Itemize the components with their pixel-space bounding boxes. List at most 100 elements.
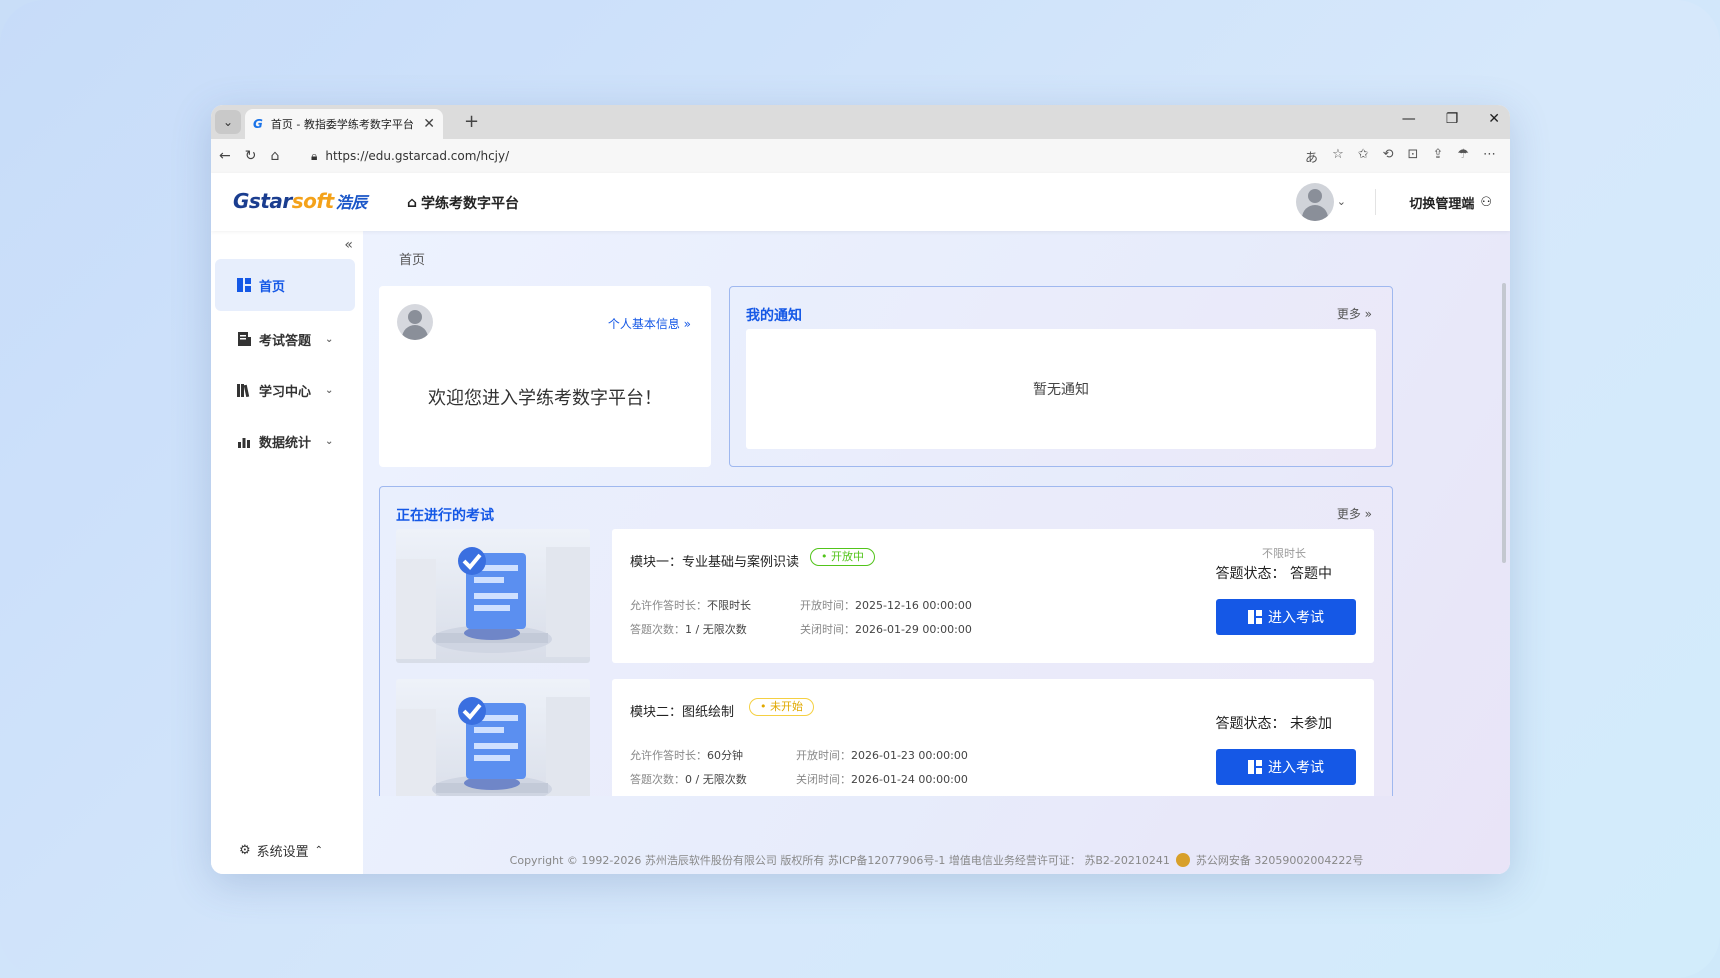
sidebar-item-exam[interactable]: 考试答题 ⌄ (215, 313, 355, 365)
attempts-meta: 答题次数：0 / 无限次数 (630, 771, 747, 787)
browser-tab[interactable]: G 首页 - 教指委学练考数字平台 ✕ (245, 109, 443, 139)
tab-title: 首页 - 教指委学练考数字平台 (270, 118, 414, 131)
duration-value: 60分钟 (707, 749, 743, 762)
books-icon (237, 384, 250, 397)
exam-icon (238, 332, 251, 346)
system-settings-button[interactable]: ⚙ 系统设置 ⌃ (239, 841, 323, 860)
back-icon[interactable]: ← (219, 148, 231, 164)
open-time-meta: 开放时间：2025-12-16 00:00:00 (800, 597, 972, 613)
sidebar-item-learning[interactable]: 学习中心 ⌄ (215, 364, 355, 416)
gstarsoft-logo[interactable]: Gstarsoft 浩辰 (233, 189, 367, 213)
sidebar-item-home[interactable]: 首页 (215, 259, 355, 311)
open-time-value: 2026-01-23 00:00:00 (851, 749, 968, 762)
exam-name: 模块一：专业基础与案例识读 (630, 555, 800, 570)
tab-strip: ⌄ G 首页 - 教指委学练考数字平台 ✕ + — ❐ ✕ (211, 105, 1510, 139)
extension-icon[interactable]: ☂ (1457, 147, 1469, 166)
time-limit-note: 不限时长 (1262, 547, 1306, 560)
open-time-label: 开放时间： (796, 749, 851, 762)
restore-icon[interactable]: ❐ (1446, 111, 1459, 127)
chevron-down-icon: ⌄ (325, 435, 334, 447)
chart-icon (238, 438, 250, 448)
notice-panel: 我的通知 更多 » 暂无通知 (729, 286, 1393, 467)
exam-card: 模块二：图纸绘制 • 未开始 允许作答时长：60分钟 答题次数：0 / 无限次数… (612, 679, 1374, 796)
site-favicon-icon: G (253, 117, 263, 131)
minimize-icon[interactable]: — (1402, 111, 1416, 127)
platform-name: 学练考数字平台 (421, 196, 520, 212)
more-label: 更多 (1336, 307, 1361, 321)
screenshot-icon[interactable]: ⊡ (1408, 147, 1419, 166)
address-bar[interactable]: 🔒︎ https://edu.gstarcad.com/hcjy/ (311, 143, 1310, 169)
profile-info-link[interactable]: 个人基本信息 » (608, 315, 691, 332)
sidebar-item-label: 首页 (259, 279, 286, 295)
header-divider (1375, 189, 1376, 215)
notice-title: 我的通知 (746, 308, 802, 324)
double-chevron-right-icon: » (1364, 307, 1372, 321)
enter-exam-button[interactable]: 进入考试 (1216, 599, 1356, 635)
sidebar-item-stats[interactable]: 数据统计 ⌄ (215, 415, 355, 467)
gear-icon: ⚙ (239, 843, 251, 858)
double-chevron-right-icon: » (683, 317, 691, 331)
close-window-icon[interactable]: ✕ (1488, 111, 1500, 127)
open-time-value: 2025-12-16 00:00:00 (855, 599, 972, 612)
sidebar-item-label: 数据统计 (259, 435, 312, 451)
close-time-meta: 关闭时间：2026-01-29 00:00:00 (800, 621, 972, 637)
sidebar-item-label: 考试答题 (259, 333, 312, 349)
user-avatar[interactable] (1296, 183, 1334, 221)
tab-list-chevron-icon[interactable]: ⌄ (215, 110, 241, 134)
breadcrumb: 首页 (399, 253, 426, 268)
enter-exam-label: 进入考试 (1268, 610, 1324, 626)
collapse-sidebar-icon[interactable]: « (344, 237, 353, 253)
url-text: https://edu.gstarcad.com/hcjy/ (325, 149, 510, 163)
exam-illustration-icon (396, 697, 590, 796)
close-time-meta: 关闭时间：2026-01-24 00:00:00 (796, 771, 968, 787)
police-record-text: 苏公网安备 32059002004222号 (1195, 854, 1364, 867)
double-chevron-right-icon: » (1364, 507, 1372, 521)
open-time-meta: 开放时间：2026-01-23 00:00:00 (796, 747, 968, 763)
share-icon[interactable]: ⇪ (1432, 147, 1443, 166)
sidebar: « 首页 考试答题 ⌄ 学习中心 ⌄ 数据统计 ⌄ ⚙ 系统设置 ⌃ (211, 231, 363, 874)
history-icon[interactable]: ⟲ (1383, 147, 1394, 166)
profile-info-label: 个人基本信息 (607, 317, 680, 331)
more-menu-icon[interactable]: ⋯ (1483, 147, 1496, 166)
open-time-label: 开放时间： (800, 599, 855, 612)
chevron-down-icon: ⌄ (325, 333, 334, 345)
dashboard-icon (1248, 760, 1262, 774)
enter-exam-button[interactable]: 进入考试 (1216, 749, 1356, 785)
duration-meta: 允许作答时长：60分钟 (630, 747, 743, 763)
attempts-label: 答题次数： (630, 623, 685, 636)
exam-thumbnail (396, 679, 590, 796)
status-badge: • 开放中 (810, 548, 875, 566)
logo-cn: 浩辰 (335, 193, 368, 212)
new-tab-icon[interactable]: + (464, 111, 479, 132)
close-tab-icon[interactable]: ✕ (423, 116, 435, 132)
switch-admin-label: 切换管理端 (1409, 197, 1475, 212)
star-icon[interactable]: ☆ (1332, 147, 1344, 166)
chevron-down-icon: ⌄ (325, 384, 334, 396)
exams-more-link[interactable]: 更多 » (1337, 505, 1372, 522)
duration-value: 不限时长 (707, 599, 751, 612)
favorites-icon[interactable]: ✩ (1358, 147, 1369, 166)
notice-more-link[interactable]: 更多 » (1337, 305, 1372, 322)
user-switch-icon: ⚇ (1480, 195, 1492, 210)
attempts-meta: 答题次数：1 / 无限次数 (630, 621, 747, 637)
duration-meta: 允许作答时长：不限时长 (630, 597, 751, 613)
logo-main: Gstar (233, 189, 292, 213)
attempts-value: 1 / 无限次数 (685, 623, 747, 636)
enter-exam-label: 进入考试 (1268, 760, 1324, 776)
home-icon[interactable]: ⌂ (270, 148, 279, 164)
exam-name: 模块二：图纸绘制 (630, 705, 735, 720)
switch-admin-button[interactable]: 切换管理端 ⚇ (1409, 193, 1492, 212)
footer: Copyright © 1992-2026 苏州浩辰软件股份有限公司 版权所有 … (363, 846, 1510, 874)
exams-title: 正在进行的考试 (396, 508, 494, 524)
more-label: 更多 (1336, 507, 1361, 521)
status-badge: • 未开始 (749, 698, 814, 716)
user-menu-chevron-icon[interactable]: ⌄ (1337, 195, 1346, 208)
exam-illustration-icon (396, 547, 590, 659)
scrollbar[interactable] (1502, 283, 1506, 563)
main-area: « 首页 考试答题 ⌄ 学习中心 ⌄ 数据统计 ⌄ ⚙ 系统设置 ⌃ 首页 个人… (211, 231, 1510, 874)
translate-icon[interactable]: あ (1305, 147, 1318, 166)
dashboard-icon (1248, 610, 1262, 624)
reload-icon[interactable]: ↻ (245, 148, 257, 164)
browser-window: ⌄ G 首页 - 教指委学练考数字平台 ✕ + — ❐ ✕ ← ↻ ⌂ 🔒︎ h… (211, 105, 1510, 874)
answer-status: 答题状态： 答题中 (1215, 566, 1332, 582)
